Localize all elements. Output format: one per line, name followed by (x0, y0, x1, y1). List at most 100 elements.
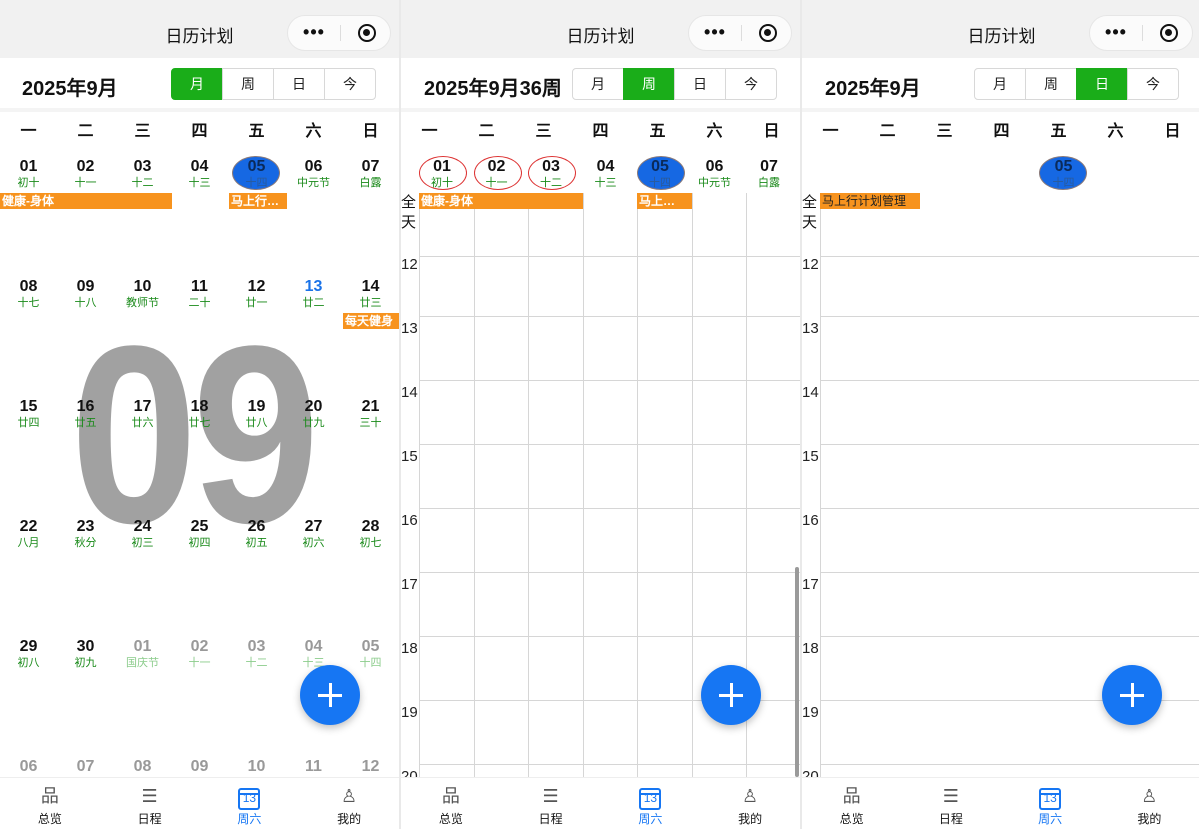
calendar-day-cell[interactable]: 11 二十 (171, 278, 228, 310)
tab-schedule[interactable]: ☰ 日程 (901, 778, 1000, 829)
calendar-day-cell[interactable]: 06 中元节 (285, 158, 342, 190)
add-event-button[interactable] (300, 665, 360, 725)
hour-label: 14 (802, 384, 819, 401)
calendar-day-cell[interactable]: 10 (228, 758, 285, 776)
calendar-day-cell[interactable]: 07 白露 (342, 158, 399, 190)
calendar-day-cell[interactable]: 17 廿六 (114, 398, 171, 430)
week-day-cell[interactable]: 02 十一 (470, 156, 524, 190)
day-number: 05 (247, 158, 266, 175)
calendar-day-cell[interactable]: 03 十二 (114, 158, 171, 190)
calendar-day-cell[interactable]: 19 廿八 (228, 398, 285, 430)
week-day-cell[interactable]: 05 十四 (633, 156, 687, 190)
week-day-cell[interactable]: 03 十二 (524, 156, 578, 190)
calendar-day-cell[interactable]: 06 (0, 758, 57, 776)
calendar-day-cell[interactable]: 07 (57, 758, 114, 776)
calendar-day-cell[interactable]: 03 十二 (228, 638, 285, 670)
calendar-day-cell[interactable]: 24 初三 (114, 518, 171, 550)
tab-overview[interactable]: 品总览 (401, 778, 501, 829)
calendar-day-cell[interactable]: 08 (114, 758, 171, 776)
tab-mine[interactable]: ♙ 我的 (700, 778, 800, 829)
calendar-day-cell[interactable]: 30 初九 (57, 638, 114, 670)
view-day-button[interactable]: 日 (1076, 68, 1128, 100)
scrollbar[interactable] (795, 567, 799, 777)
event-bar[interactable]: 健康-身体 (0, 193, 172, 209)
calendar-day-cell[interactable]: 14 廿三 (342, 278, 399, 310)
weekday-label: 日 (763, 123, 780, 140)
calendar-day-cell[interactable]: 20 廿九 (285, 398, 342, 430)
view-week-button[interactable]: 周 (1025, 68, 1077, 100)
event-bar[interactable]: 马上行… (229, 193, 287, 209)
calendar-day-cell[interactable]: 09 十八 (57, 278, 114, 310)
calendar-day-cell[interactable]: 02 十一 (171, 638, 228, 670)
calendar-day-cell[interactable]: 15 廿四 (0, 398, 57, 430)
grid-line (419, 764, 800, 765)
tab-calendar[interactable]: 13 周六 (601, 778, 701, 829)
calendar-day-cell[interactable]: 02 十一 (57, 158, 114, 190)
view-today-button[interactable]: 今 (725, 68, 777, 100)
view-week-button[interactable]: 周 (222, 68, 274, 100)
view-month-button[interactable]: 月 (171, 68, 223, 100)
calendar-day-cell[interactable]: 21 三十 (342, 398, 399, 430)
event-bar[interactable]: 马上… (637, 193, 692, 209)
calendar-day-cell[interactable]: 18 廿七 (171, 398, 228, 430)
event-bar[interactable]: 马上行计划管理 (820, 193, 920, 209)
view-today-button[interactable]: 今 (324, 68, 376, 100)
target-icon[interactable] (759, 24, 777, 42)
view-month-button[interactable]: 月 (572, 68, 624, 100)
day-number: 25 (190, 518, 209, 535)
grid-line (820, 316, 1199, 317)
calendar-day-cell[interactable]: 29 初八 (0, 638, 57, 670)
add-event-button[interactable] (701, 665, 761, 725)
tab-mine[interactable]: ♙ 我的 (299, 778, 399, 829)
calendar-day-cell[interactable]: 27 初六 (285, 518, 342, 550)
tab-schedule[interactable]: ☰ 日程 (100, 778, 200, 829)
view-today-button[interactable]: 今 (1127, 68, 1179, 100)
calendar-day-cell[interactable]: 08 十七 (0, 278, 57, 310)
calendar-day-cell[interactable]: 11 (285, 758, 342, 776)
target-icon[interactable] (358, 24, 376, 42)
event-bar[interactable]: 每天健身 (343, 313, 399, 329)
tab-calendar[interactable]: 13 周六 (1001, 778, 1100, 829)
calendar-day-cell[interactable]: 04 十三 (171, 158, 228, 190)
selected-day[interactable]: 05 十四 (1035, 156, 1092, 190)
more-icon[interactable]: ••• (288, 16, 340, 50)
tab-schedule[interactable]: ☰ 日程 (501, 778, 601, 829)
calendar-day-cell[interactable]: 12 (342, 758, 399, 776)
calendar-day-cell[interactable]: 12 廿一 (228, 278, 285, 310)
hour-label: 20 (802, 768, 819, 777)
week-day-cell[interactable]: 07 白露 (742, 158, 796, 190)
calendar-day-cell[interactable]: 28 初七 (342, 518, 399, 550)
week-day-cell[interactable]: 01 初十 (415, 156, 469, 190)
target-icon[interactable] (1160, 24, 1178, 42)
view-month-button[interactable]: 月 (974, 68, 1026, 100)
week-day-cell[interactable]: 04 十三 (579, 158, 633, 190)
add-event-button[interactable] (1102, 665, 1162, 725)
tab-overview[interactable]: 品总览 (802, 778, 901, 829)
tab-mine[interactable]: ♙ 我的 (1100, 778, 1199, 829)
calendar-day-cell[interactable]: 26 初五 (228, 518, 285, 550)
more-icon[interactable]: ••• (1090, 16, 1142, 50)
grid-line (419, 636, 800, 637)
more-icon[interactable]: ••• (689, 16, 741, 50)
view-day-button[interactable]: 日 (674, 68, 726, 100)
user-icon: ♙ (341, 786, 358, 806)
calendar-day-cell[interactable]: 01 国庆节 (114, 638, 171, 670)
week-day-cell[interactable]: 06 中元节 (688, 158, 742, 190)
calendar-day-cell[interactable]: 05 十四 (228, 156, 285, 190)
calendar-day-cell[interactable]: 16 廿五 (57, 398, 114, 430)
calendar-day-cell[interactable]: 10 教师节 (114, 278, 171, 310)
calendar-day-cell[interactable]: 13 廿二 (285, 278, 342, 310)
tab-calendar[interactable]: 13 周六 (200, 778, 300, 829)
calendar-day-cell[interactable]: 22 八月 (0, 518, 57, 550)
calendar-day-cell[interactable]: 05 十四 (342, 638, 399, 670)
view-day-button[interactable]: 日 (273, 68, 325, 100)
tab-overview[interactable]: 品总览 (0, 778, 100, 829)
view-week-button[interactable]: 周 (623, 68, 675, 100)
hour-label: 19 (802, 704, 819, 721)
calendar-day-cell[interactable]: 25 初四 (171, 518, 228, 550)
calendar-day-cell[interactable]: 23 秋分 (57, 518, 114, 550)
lunar-date: 三十 (359, 417, 382, 429)
event-bar[interactable]: 健康-身体 (419, 193, 583, 209)
calendar-day-cell[interactable]: 09 (171, 758, 228, 776)
calendar-day-cell[interactable]: 01 初十 (0, 158, 57, 190)
